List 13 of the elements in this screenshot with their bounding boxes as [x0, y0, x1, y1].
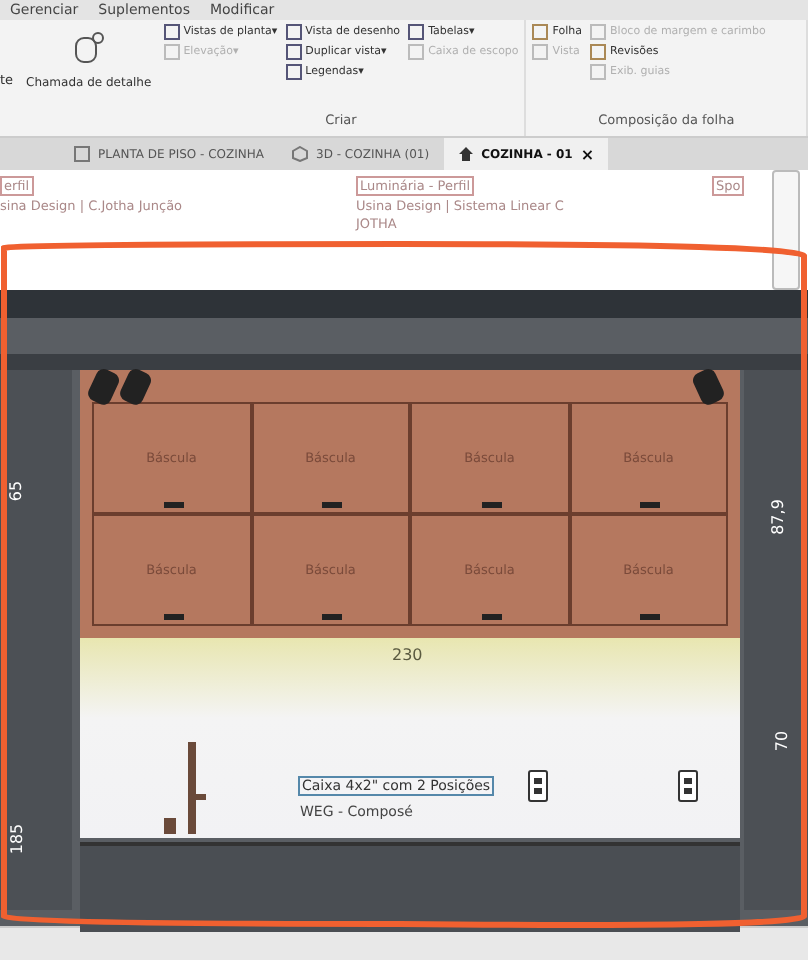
close-icon[interactable]: × [580, 145, 595, 163]
callout-icon [72, 32, 105, 64]
dimension-text: 87,9 [768, 499, 787, 535]
outlet-icon [678, 770, 698, 802]
navigation-bar[interactable] [772, 170, 800, 290]
dimension-text: 70 [773, 730, 792, 752]
floor-plan-icon [74, 146, 90, 162]
dimension-text: 65 [7, 480, 26, 502]
outlet-icon [528, 770, 548, 802]
cube-icon [292, 146, 309, 162]
dimension-text: 230 [392, 646, 423, 664]
house-icon [457, 146, 474, 162]
dimension-text: 185 [8, 823, 27, 855]
